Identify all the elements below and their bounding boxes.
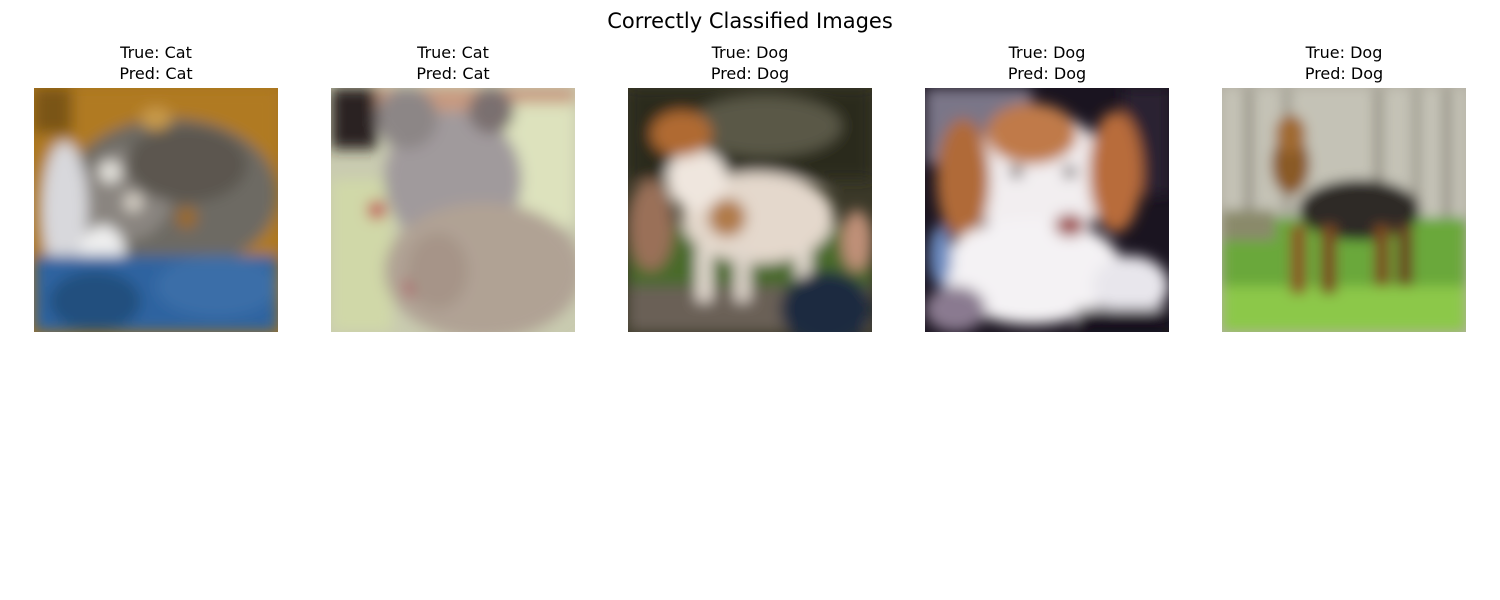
figure-title: Correctly Classified Images: [607, 9, 893, 33]
cat-image: [331, 88, 575, 332]
cat-image: [34, 88, 278, 332]
image-panel-2: True: Cat Pred: Cat: [331, 42, 575, 332]
true-label: True: Dog: [711, 43, 789, 62]
pred-label: Pred: Dog: [1304, 64, 1384, 83]
image-panel-3: True: Dog Pred: Dog: [628, 42, 872, 332]
true-label: True: Dog: [1305, 43, 1383, 62]
dog-image: [628, 88, 872, 332]
true-label: True: Cat: [120, 43, 192, 62]
image-panel-1: True: Cat Pred: Cat: [34, 42, 278, 332]
pred-label: Pred: Dog: [1007, 64, 1087, 83]
pred-label: Pred: Cat: [416, 64, 490, 83]
pred-label: Pred: Cat: [119, 64, 193, 83]
dog-image: [1222, 88, 1466, 332]
image-panel-4: True: Dog Pred: Dog: [925, 42, 1169, 332]
pred-label: Pred: Dog: [710, 64, 790, 83]
true-label: True: Dog: [1008, 43, 1086, 62]
dog-image: [925, 88, 1169, 332]
true-label: True: Cat: [417, 43, 489, 62]
image-panel-5: True: Dog Pred: Dog: [1222, 42, 1466, 332]
